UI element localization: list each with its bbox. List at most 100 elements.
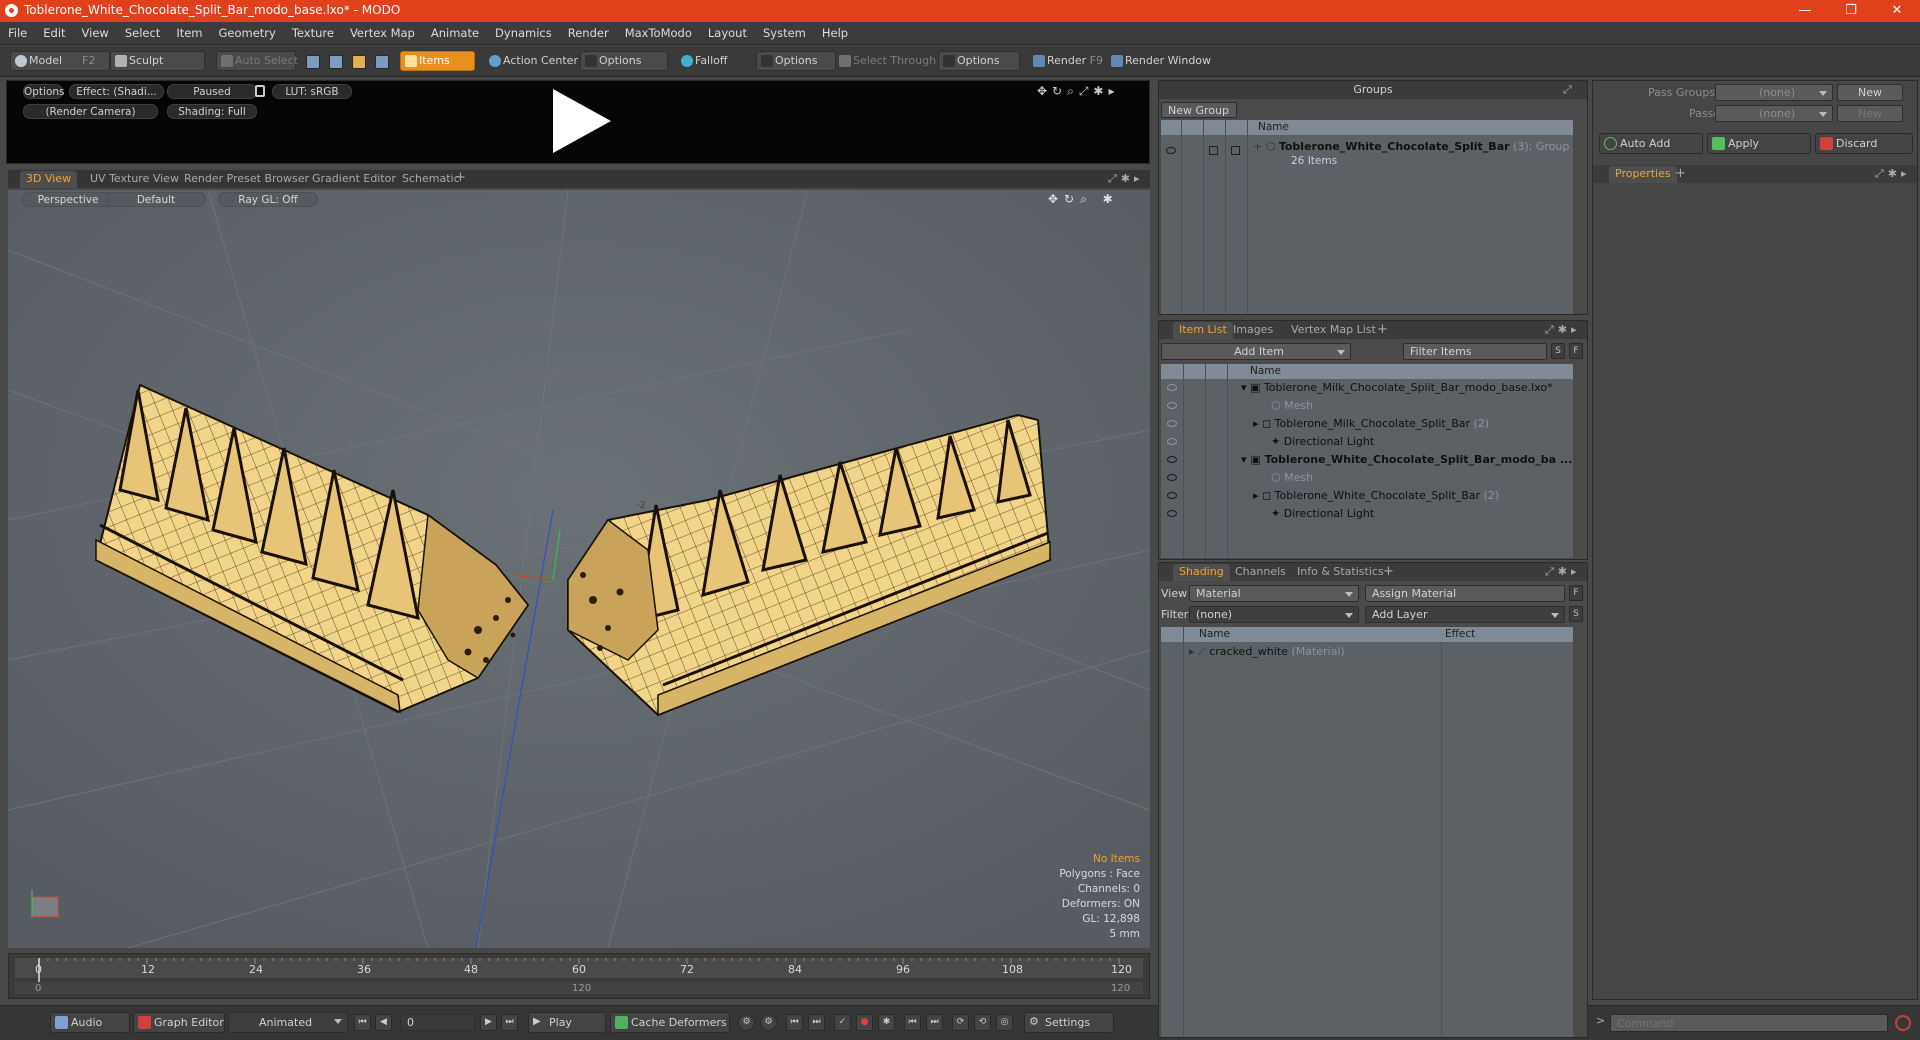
item-list-options-icon[interactable]: ⤢✱▸ (1545, 321, 1581, 339)
shading-f-button[interactable]: F (1569, 585, 1583, 601)
menu-view[interactable]: View (74, 22, 117, 45)
next-marker-icon[interactable]: ⏭ (926, 1014, 943, 1031)
auto-select-button[interactable]: Auto Select (216, 51, 298, 71)
prev-marker-icon[interactable]: ⏮ (904, 1014, 921, 1031)
shader-row-material[interactable]: ▸ ⟋ cracked_white (Material) (1189, 643, 1345, 661)
auto-key-icon[interactable]: ⚙ (760, 1014, 777, 1031)
menu-item[interactable]: Item (168, 22, 210, 45)
falloff-button[interactable]: Falloff (676, 51, 756, 71)
list-item-white-light[interactable]: ✦ Directional Light (1271, 505, 1374, 523)
groups-expand-icon[interactable]: ⤢ (1563, 83, 1572, 97)
visibility-icon[interactable] (1167, 402, 1177, 409)
add-item-dropdown[interactable]: Add Item (1161, 343, 1351, 360)
tab-images[interactable]: Images (1227, 322, 1279, 339)
menu-edit[interactable]: Edit (35, 22, 73, 45)
new-group-button[interactable]: New Group (1161, 102, 1237, 118)
tab-shading[interactable]: Shading (1173, 564, 1230, 581)
tab-render-preset-browser[interactable]: Render Preset Browser (178, 171, 315, 188)
action-center-button[interactable]: Action Center (484, 51, 578, 71)
group-lock-checkbox[interactable] (1209, 146, 1218, 155)
menu-maxtomodo[interactable]: MaxToModo (617, 22, 700, 45)
render-window-button[interactable]: Render Window (1106, 51, 1212, 71)
visibility-icon[interactable] (1167, 510, 1177, 517)
perspective-dropdown[interactable]: Perspective (22, 192, 114, 207)
shading-options-icon[interactable]: ⤢✱▸ (1545, 563, 1581, 581)
visibility-icon[interactable] (1167, 474, 1177, 481)
loop-icon[interactable]: ⟲ (974, 1014, 991, 1031)
tab-properties[interactable]: Properties (1609, 166, 1677, 183)
add-properties-tab-icon[interactable]: + (1675, 165, 1686, 183)
menu-render[interactable]: Render (560, 22, 617, 45)
filter-dropdown[interactable]: (none) (1189, 606, 1359, 623)
menu-vertex-map[interactable]: Vertex Map (342, 22, 423, 45)
menu-layout[interactable]: Layout (700, 22, 755, 45)
viewport-nav-icons[interactable]: ✥↻⌕ ✱ (1048, 192, 1119, 207)
auto-add-button[interactable]: Auto Add (1599, 133, 1703, 154)
restore-button[interactable]: ❐ (1828, 0, 1874, 22)
visibility-icon[interactable] (1167, 456, 1177, 463)
prev-key-icon[interactable]: ⏮ (786, 1014, 803, 1031)
key-channel-icon[interactable]: ✓ (834, 1014, 851, 1031)
preview-shading-dropdown[interactable]: Shading: Full (167, 104, 257, 119)
key-icon[interactable]: ⚙ (738, 1014, 755, 1031)
shading-style-dropdown[interactable]: Default (106, 192, 206, 207)
tab-vertex-map-list[interactable]: Vertex Map List (1285, 322, 1382, 339)
animated-dropdown[interactable]: Animated (228, 1012, 348, 1033)
tab-info-statistics[interactable]: Info & Statistics (1291, 564, 1390, 581)
snap-icon[interactable]: ⟳ (952, 1014, 969, 1031)
add-item-list-tab-icon[interactable]: + (1377, 321, 1388, 339)
list-item-milk-mesh[interactable]: ⬡ Mesh (1271, 397, 1313, 415)
pass-groups-dropdown[interactable]: (none) (1715, 84, 1833, 101)
3d-viewport[interactable]: -2 Perspective Default Ray GL: Off ✥↻⌕ ✱… (8, 190, 1150, 948)
new-pass-group-button[interactable]: New (1837, 84, 1903, 101)
action-center-options-button[interactable]: Options (580, 51, 668, 71)
previous-key-button[interactable]: ◀ (375, 1014, 392, 1031)
view-dropdown[interactable]: Material (1189, 585, 1359, 602)
close-button[interactable]: ✕ (1874, 0, 1920, 22)
falloff-options-button[interactable]: Options (756, 51, 836, 71)
assign-material-button[interactable]: Assign Material (1365, 585, 1565, 602)
passes-dropdown[interactable]: (none) (1715, 105, 1833, 122)
materials-mode-icon[interactable] (375, 55, 389, 69)
list-item-milk-group[interactable]: ▸ ◻ Toblerone_Milk_Chocolate_Split_Bar (… (1253, 415, 1489, 433)
record-icon[interactable]: ● (856, 1014, 873, 1031)
shading-s-button[interactable]: S (1569, 606, 1583, 622)
polygons-mode-icon[interactable] (352, 55, 366, 69)
menu-texture[interactable]: Texture (284, 22, 342, 45)
list-item-white-scene[interactable]: ▾ ▣ Toblerone_White_Chocolate_Split_Bar_… (1241, 451, 1572, 469)
sculpt-mode-button[interactable]: Sculpt (110, 51, 205, 71)
visibility-icon[interactable] (1167, 438, 1177, 445)
select-through-options-button[interactable]: Options (938, 51, 1020, 71)
apply-button[interactable]: Apply (1707, 133, 1811, 154)
graph-editor-button[interactable]: Graph Editor (133, 1012, 225, 1033)
select-through-button[interactable]: Select Through (834, 51, 936, 71)
menu-file[interactable]: File (0, 22, 35, 45)
filter-items-input[interactable]: Filter Items (1403, 343, 1547, 360)
play-button[interactable]: ▶ Play (528, 1012, 606, 1033)
items-mode-button[interactable]: Items (400, 51, 475, 71)
tab-item-list[interactable]: Item List (1173, 322, 1233, 339)
visibility-icon[interactable] (1167, 420, 1177, 427)
render-button[interactable]: Render F9 (1028, 51, 1103, 71)
preview-camera-dropdown[interactable]: (Render Camera) (23, 104, 158, 119)
visibility-icon[interactable] (1167, 384, 1177, 391)
next-key-button[interactable]: ▶ (480, 1014, 497, 1031)
list-item-white-mesh[interactable]: ⬡ Mesh (1271, 469, 1313, 487)
tab-gradient-editor[interactable]: Gradient Editor (306, 171, 402, 188)
preview-lut-dropdown[interactable]: LUT: sRGB (272, 84, 352, 99)
current-frame-input[interactable]: 0 (400, 1014, 475, 1031)
viewport-tab-options-icon[interactable]: ⤢✱▸ (1108, 172, 1144, 186)
raygl-dropdown[interactable]: Ray GL: Off (218, 192, 318, 207)
tab-uv-texture-view[interactable]: UV Texture View (84, 171, 185, 188)
add-shading-tab-icon[interactable]: + (1383, 563, 1394, 581)
filter-s-button[interactable]: S (1551, 343, 1565, 359)
preview-effect-dropdown[interactable]: Effect: (Shadi... (69, 84, 164, 99)
list-item-milk-scene[interactable]: ▾ ▣ Toblerone_Milk_Chocolate_Split_Bar_m… (1241, 379, 1553, 397)
menu-animate[interactable]: Animate (423, 22, 487, 45)
command-stop-icon[interactable] (1895, 1015, 1911, 1031)
menu-dynamics[interactable]: Dynamics (487, 22, 560, 45)
group-select-checkbox[interactable] (1231, 146, 1240, 155)
tab-3d-view[interactable]: 3D View (20, 171, 78, 188)
menu-help[interactable]: Help (814, 22, 856, 45)
settings-button[interactable]: ⚙ Settings (1024, 1012, 1114, 1033)
